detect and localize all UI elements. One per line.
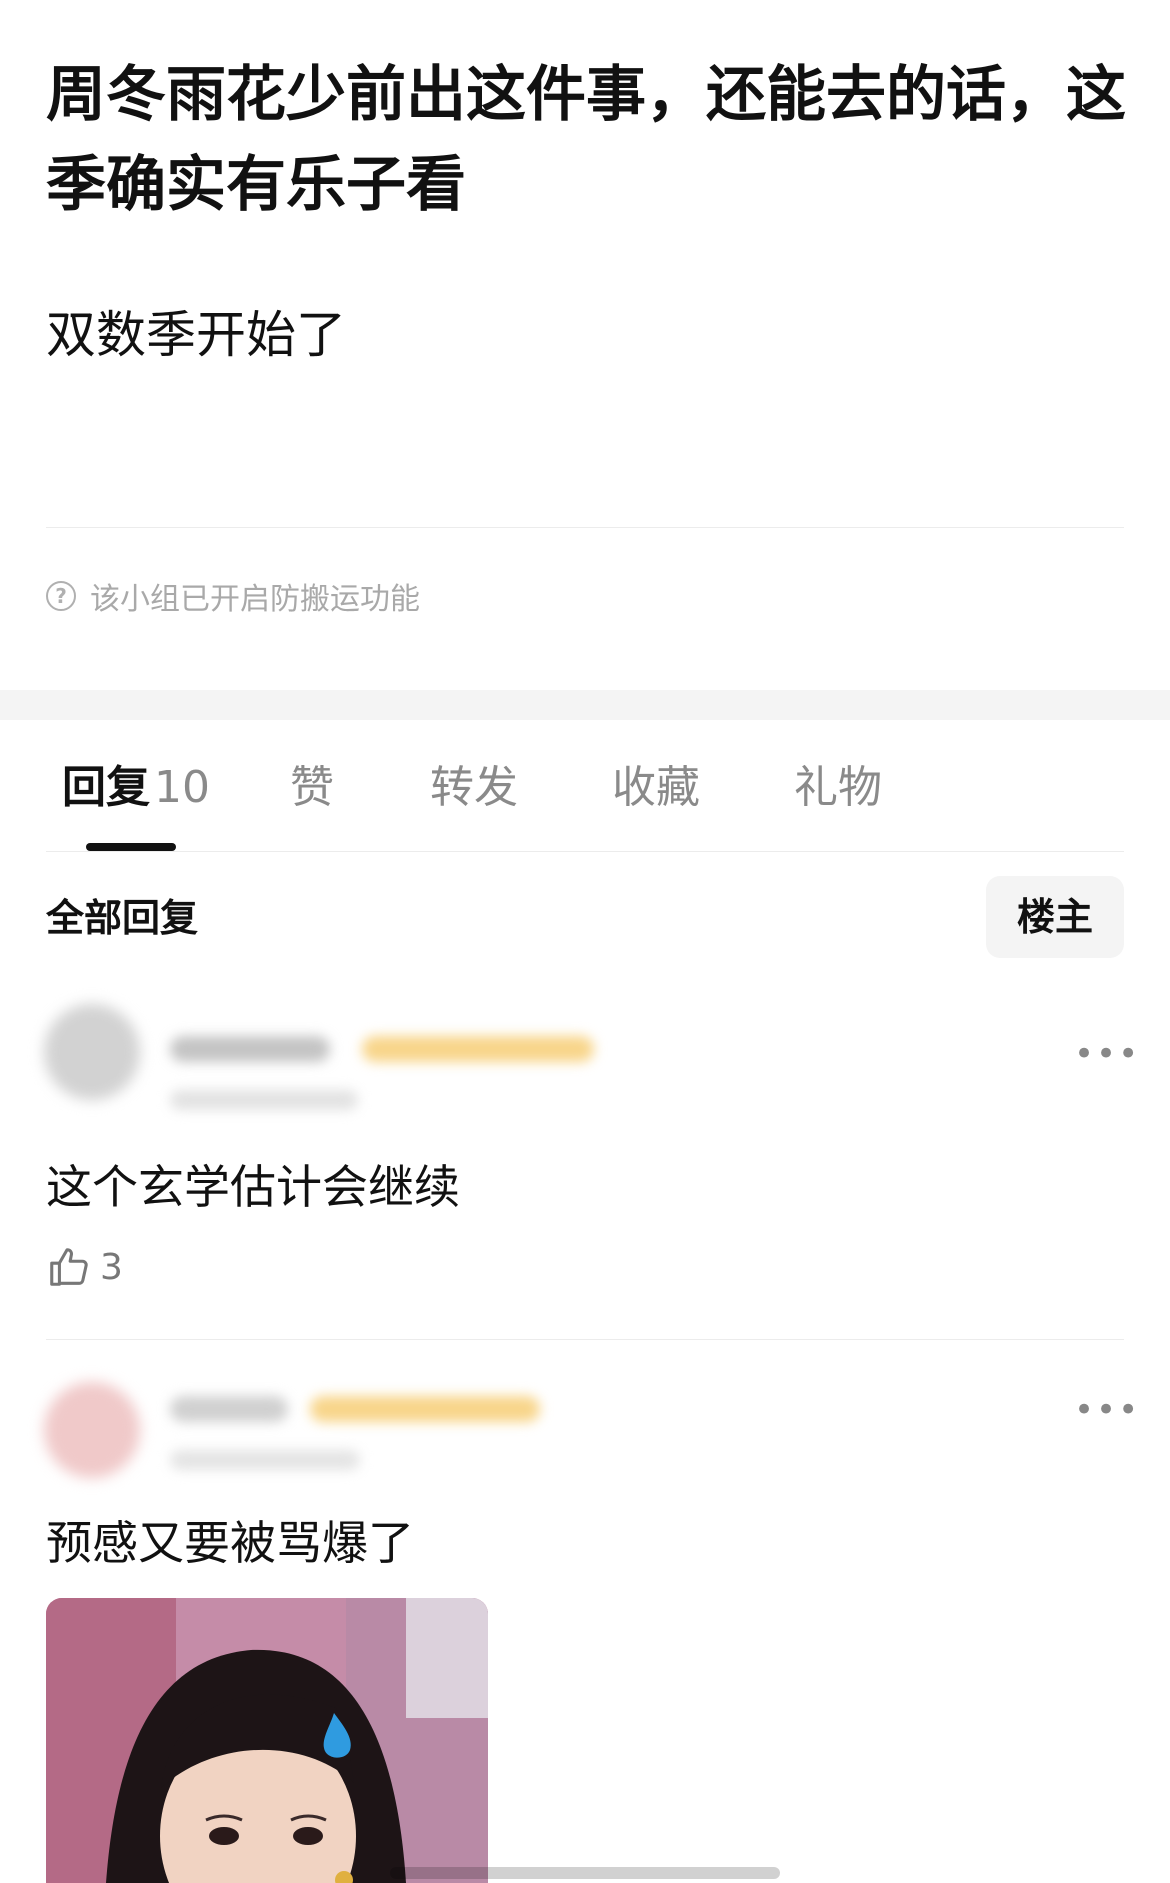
blurred-badge bbox=[310, 1396, 540, 1422]
anti-repost-notice[interactable]: ? 该小组已开启防搬运功能 bbox=[46, 574, 420, 618]
home-indicator bbox=[390, 1867, 780, 1879]
like-count: 3 bbox=[100, 1246, 123, 1288]
op-only-button[interactable]: 楼主 bbox=[986, 876, 1124, 958]
more-options-icon[interactable]: ••• bbox=[1074, 1034, 1140, 1074]
post-divider bbox=[46, 527, 1124, 528]
tab-label: 回复 bbox=[62, 762, 150, 813]
tab-gifts[interactable]: 礼物 bbox=[794, 748, 882, 828]
thumbs-up-icon bbox=[50, 1248, 88, 1286]
reaction-image-icon bbox=[46, 1598, 488, 1883]
tab-count: 10 bbox=[154, 762, 210, 813]
post-body: 双数季开始了 bbox=[46, 306, 346, 364]
blurred-username bbox=[170, 1036, 330, 1062]
more-options-icon[interactable]: ••• bbox=[1074, 1390, 1140, 1430]
tab-replies[interactable]: 回复10 bbox=[62, 748, 210, 828]
notice-text: 该小组已开启防搬运功能 bbox=[90, 582, 420, 617]
avatar[interactable] bbox=[44, 1004, 140, 1100]
tabs-divider bbox=[46, 851, 1124, 852]
blurred-username bbox=[170, 1396, 288, 1422]
help-circle-icon: ? bbox=[46, 581, 76, 611]
tab-active-indicator bbox=[86, 843, 176, 851]
comment-image[interactable] bbox=[46, 1598, 488, 1883]
blurred-meta bbox=[170, 1450, 360, 1470]
all-replies-label[interactable]: 全部回复 bbox=[46, 890, 198, 946]
post-title: 周冬雨花少前出这件事，还能去的话，这季确实有乐子看 bbox=[46, 60, 1126, 220]
avatar[interactable] bbox=[44, 1382, 140, 1478]
comment-text: 这个玄学估计会继续 bbox=[46, 1160, 460, 1214]
blurred-badge bbox=[362, 1036, 594, 1062]
comment-divider bbox=[46, 1339, 1124, 1340]
tab-likes[interactable]: 赞 bbox=[290, 748, 334, 828]
section-gap bbox=[0, 690, 1170, 720]
tab-reposts[interactable]: 转发 bbox=[430, 748, 518, 828]
tab-favorites[interactable]: 收藏 bbox=[612, 748, 700, 828]
blurred-meta bbox=[170, 1090, 358, 1110]
like-button[interactable]: 3 bbox=[46, 1244, 123, 1290]
comment-text: 预感又要被骂爆了 bbox=[46, 1516, 414, 1570]
